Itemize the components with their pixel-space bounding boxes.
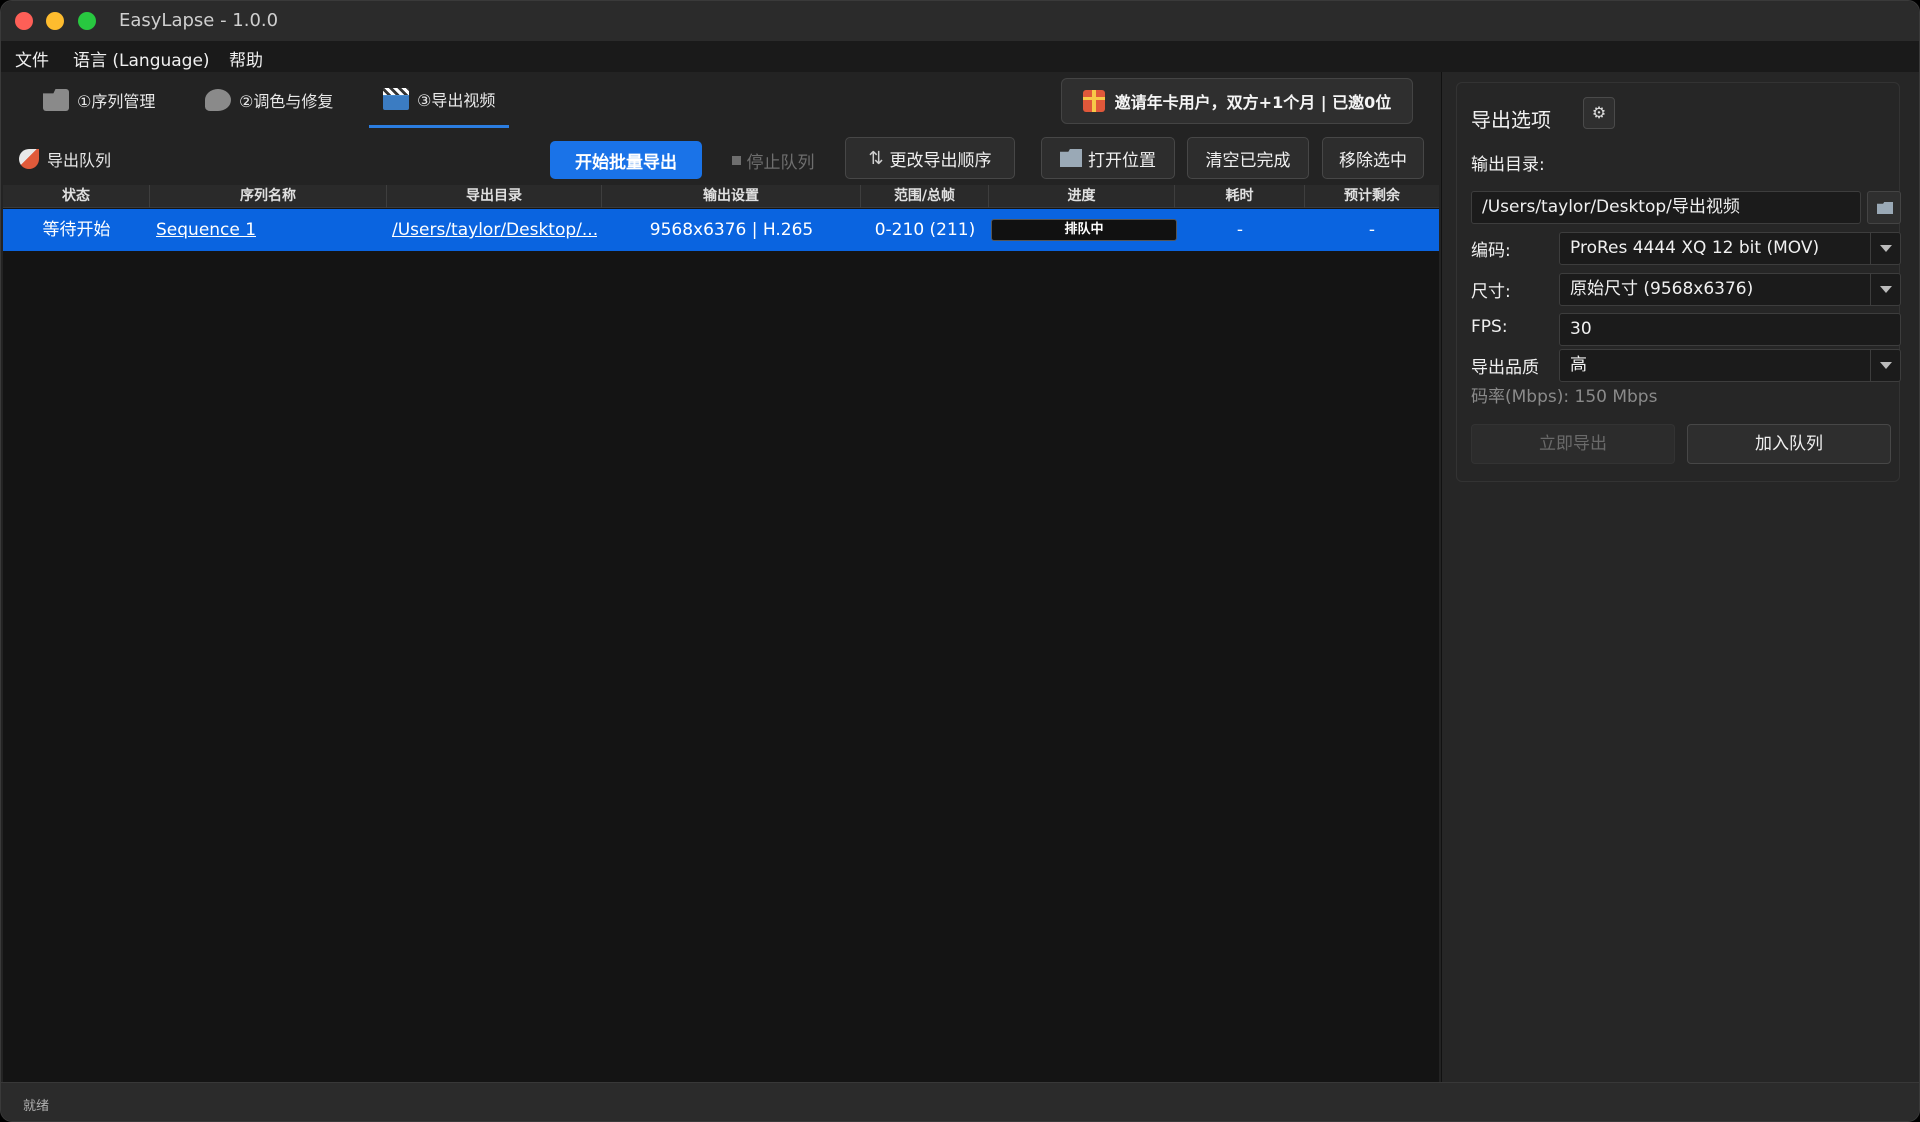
cell-export-dir[interactable]: /Users/taylor/Desktop/...	[392, 209, 597, 251]
tab-label: ①序列管理	[77, 92, 156, 111]
tab-label: ③导出视频	[417, 90, 496, 110]
folder-icon	[43, 89, 69, 111]
menu-language[interactable]: 语言 (Language)	[73, 46, 210, 71]
size-label: 尺寸:	[1471, 282, 1511, 302]
column-header-status[interactable]: 状态	[3, 185, 150, 208]
remove-selected-button[interactable]: 移除选中	[1322, 137, 1424, 179]
menu-bar: 文件 语言 (Language) 帮助	[1, 41, 1919, 72]
bitrate-text: 码率(Mbps): 150 Mbps	[1471, 387, 1658, 407]
tab-label: ②调色与修复	[239, 92, 334, 111]
main-area: ①序列管理 ②调色与修复 ③导出视频 邀请年卡用户，双方+1个月 | 已邀0位 …	[1, 72, 1441, 1082]
gear-icon[interactable]: ⚙	[1583, 97, 1615, 129]
quality-value: 高	[1570, 355, 1587, 375]
tab-sequence-management[interactable]: ①序列管理	[43, 72, 155, 128]
change-order-label: 更改导出顺序	[889, 150, 992, 171]
codec-value: ProRes 4444 XQ 12 bit (MOV)	[1570, 238, 1820, 258]
column-header-settings[interactable]: 输出设置	[602, 185, 861, 208]
status-text: 就绪	[23, 1099, 50, 1114]
palette-icon	[205, 89, 231, 111]
table-header: 状态 序列名称 导出目录 输出设置 范围/总帧 进度 耗时 预计剩余	[3, 185, 1439, 208]
browse-folder-button[interactable]	[1867, 191, 1901, 224]
cell-status: 等待开始	[42, 220, 111, 240]
change-export-order-button[interactable]: ⇅ 更改导出顺序	[845, 137, 1015, 179]
title-bar: EasyLapse - 1.0.0	[1, 1, 1919, 41]
menu-help[interactable]: 帮助	[229, 46, 263, 71]
rocket-icon	[19, 149, 39, 169]
open-folder-icon	[1060, 149, 1082, 167]
start-batch-export-button[interactable]: 开始批量导出	[550, 141, 702, 179]
promo-label: 邀请年卡用户，双方+1个月 | 已邀0位	[1114, 93, 1392, 112]
gift-icon	[1082, 90, 1105, 112]
zoom-window-button[interactable]	[78, 12, 96, 30]
sort-icon: ⇅	[868, 147, 884, 169]
tab-export-video[interactable]: ③导出视频	[369, 72, 510, 128]
clapperboard-icon	[383, 87, 409, 110]
open-location-button[interactable]: 打开位置	[1041, 137, 1175, 179]
chevron-down-icon[interactable]	[1870, 233, 1900, 264]
output-dir-field[interactable]: /Users/taylor/Desktop/导出视频	[1471, 191, 1861, 224]
cell-sequence-name[interactable]: Sequence 1	[156, 209, 256, 251]
clear-completed-button[interactable]: 清空已完成	[1187, 137, 1309, 179]
tab-bar: ①序列管理 ②调色与修复 ③导出视频 邀请年卡用户，双方+1个月 | 已邀0位	[1, 72, 1441, 129]
progress-bar: 排队中	[991, 219, 1177, 241]
output-dir-label: 输出目录:	[1471, 155, 1545, 175]
invite-promo-button[interactable]: 邀请年卡用户，双方+1个月 | 已邀0位	[1061, 78, 1413, 124]
cell-output-settings: 9568x6376 | H.265	[649, 220, 814, 240]
minimize-window-button[interactable]	[46, 12, 64, 30]
queue-heading: 导出队列	[19, 147, 111, 171]
menu-file[interactable]: 文件	[15, 46, 49, 71]
cell-elapsed: -	[1236, 220, 1244, 240]
column-header-elapsed[interactable]: 耗时	[1175, 185, 1305, 208]
tab-color-repair[interactable]: ②调色与修复	[205, 72, 333, 128]
column-header-name[interactable]: 序列名称	[150, 185, 387, 208]
folder-icon	[1877, 202, 1893, 214]
fps-label: FPS:	[1471, 317, 1508, 337]
chevron-down-icon[interactable]	[1870, 350, 1900, 381]
quality-label: 导出品质	[1471, 358, 1539, 378]
cell-range: 0-210 (211)	[874, 220, 976, 240]
window-title: EasyLapse - 1.0.0	[119, 10, 279, 31]
queue-label: 导出队列	[47, 151, 112, 170]
size-select[interactable]: 原始尺寸 (9568x6376)	[1559, 273, 1901, 306]
table-row[interactable]: 等待开始 Sequence 1 /Users/taylor/Desktop/..…	[3, 209, 1439, 251]
export-options-sidebar: 导出选项 ⚙ 输出目录: /Users/taylor/Desktop/导出视频 …	[1441, 72, 1919, 1082]
column-header-range[interactable]: 范围/总帧	[861, 185, 989, 208]
codec-select[interactable]: ProRes 4444 XQ 12 bit (MOV)	[1559, 232, 1901, 265]
cell-remaining: -	[1368, 220, 1376, 240]
export-queue-table: 状态 序列名称 导出目录 输出设置 范围/总帧 进度 耗时 预计剩余 等待开始 …	[3, 185, 1439, 1082]
stop-icon	[731, 155, 741, 165]
add-to-queue-button[interactable]: 加入队列	[1687, 424, 1891, 464]
status-bar: 就绪	[1, 1082, 1919, 1121]
close-window-button[interactable]	[15, 12, 33, 30]
column-header-remaining[interactable]: 预计剩余	[1305, 185, 1439, 208]
export-options-panel: 导出选项 ⚙ 输出目录: /Users/taylor/Desktop/导出视频 …	[1456, 82, 1901, 482]
fps-field[interactable]: 30	[1559, 313, 1901, 346]
export-options-title: 导出选项	[1471, 108, 1551, 132]
stop-queue-label: 停止队列	[746, 152, 815, 173]
app-window: EasyLapse - 1.0.0 文件 语言 (Language) 帮助 ①序…	[0, 0, 1920, 1122]
quality-select[interactable]: 高	[1559, 349, 1901, 382]
export-now-button[interactable]: 立即导出	[1471, 424, 1675, 464]
open-location-label: 打开位置	[1088, 150, 1156, 171]
codec-label: 编码:	[1471, 241, 1511, 261]
queue-toolbar: 导出队列 开始批量导出 停止队列 ⇅ 更改导出顺序 打开位置 清空已完成 移除选…	[1, 129, 1441, 185]
column-header-dir[interactable]: 导出目录	[387, 185, 602, 208]
size-value: 原始尺寸 (9568x6376)	[1570, 279, 1754, 299]
column-header-progress[interactable]: 进度	[989, 185, 1175, 208]
chevron-down-icon[interactable]	[1870, 274, 1900, 305]
stop-queue-button[interactable]: 停止队列	[723, 141, 823, 179]
